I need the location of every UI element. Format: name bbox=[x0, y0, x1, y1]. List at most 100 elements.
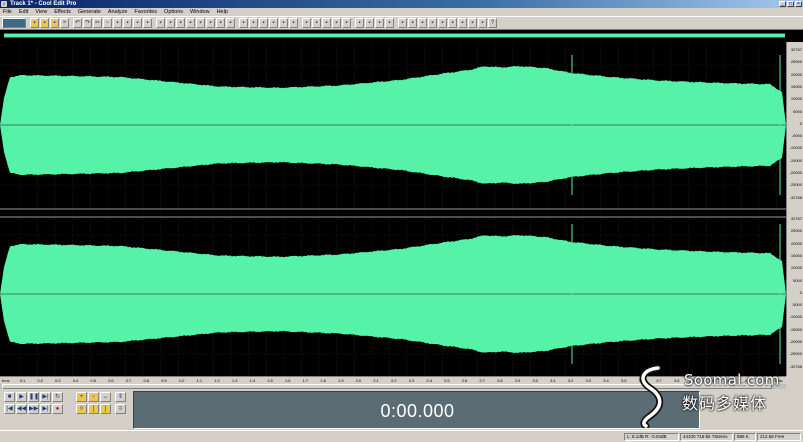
statistics-icon[interactable]: ▪ bbox=[216, 18, 225, 28]
undo-icon[interactable]: ↶ bbox=[73, 18, 82, 28]
spectral-view-icon[interactable]: ▪ bbox=[166, 18, 175, 28]
copy-icon[interactable]: ▫ bbox=[103, 18, 112, 28]
settings-icon[interactable]: ▪ bbox=[226, 18, 235, 28]
new-file-icon[interactable]: ▪ bbox=[30, 18, 39, 28]
zoom-right-icon[interactable]: ] bbox=[100, 404, 111, 414]
zoom-in-vertical-icon[interactable]: ⇕ bbox=[115, 392, 126, 402]
invert-icon[interactable]: ▪ bbox=[279, 18, 288, 28]
amplitude-label: -5000 bbox=[791, 133, 802, 139]
menu-generate[interactable]: Generate bbox=[78, 8, 101, 16]
time-tick-label: hms bbox=[2, 378, 10, 383]
noise-reduction-icon[interactable]: ▪ bbox=[375, 18, 384, 28]
cut-icon[interactable]: ✂ bbox=[93, 18, 102, 28]
maximize-button[interactable]: □ bbox=[787, 1, 794, 7]
zoom-in-horizontal-icon[interactable]: + bbox=[76, 392, 87, 402]
amplitude-label: 25000 bbox=[790, 59, 802, 65]
menu-help[interactable]: Help bbox=[217, 8, 228, 16]
cool-edit-app-icon[interactable]: ♪ bbox=[1, 1, 7, 7]
menu-edit[interactable]: Edit bbox=[19, 8, 28, 16]
time-tick-label: 1:5 bbox=[267, 378, 273, 383]
generate-tones-icon[interactable]: ▪ bbox=[438, 18, 447, 28]
menu-effects[interactable]: Effects bbox=[54, 8, 71, 16]
waveform-overview-bar[interactable] bbox=[0, 30, 803, 42]
delete-icon[interactable]: ▪ bbox=[143, 18, 152, 28]
play-to-end-button[interactable]: ▶| bbox=[40, 392, 51, 402]
cue-list-icon[interactable]: ▪ bbox=[186, 18, 195, 28]
redo-icon[interactable]: ↷ bbox=[83, 18, 92, 28]
delay-icon[interactable]: ▪ bbox=[322, 18, 331, 28]
soomal-watermark: Soomal.com 数码多媒体 bbox=[620, 362, 803, 432]
stop-button[interactable]: ■ bbox=[4, 392, 15, 402]
frequency-analysis-icon[interactable]: ▪ bbox=[206, 18, 215, 28]
paste-icon[interactable]: ▪ bbox=[113, 18, 122, 28]
zoom-to-selection-icon[interactable]: ◊ bbox=[76, 404, 87, 414]
close-button[interactable]: × bbox=[795, 1, 802, 7]
amplitude-label: 20000 bbox=[790, 240, 802, 246]
zoom-out-horizontal-icon[interactable]: − bbox=[88, 392, 99, 402]
time-tick-label: 2:8 bbox=[497, 378, 503, 383]
play-button[interactable]: ▶ bbox=[16, 392, 27, 402]
amplify-icon[interactable]: ▪ bbox=[239, 18, 248, 28]
zoom-left-icon[interactable]: [ bbox=[88, 404, 99, 414]
pitch-bender-icon[interactable]: ▪ bbox=[408, 18, 417, 28]
zoom-full-icon[interactable]: ↔ bbox=[100, 392, 111, 402]
brainwave-icon[interactable]: ▪ bbox=[428, 18, 437, 28]
time-tick-label: 2:0 bbox=[355, 378, 362, 383]
multitrack-toggle-button[interactable] bbox=[2, 18, 26, 28]
time-tick-label: 0:9 bbox=[161, 378, 167, 383]
amplitude-label: 20000 bbox=[790, 71, 802, 77]
trim-icon[interactable]: ▪ bbox=[133, 18, 142, 28]
amplitude-label: -32768 bbox=[789, 194, 802, 200]
normalize-icon[interactable]: ▪ bbox=[259, 18, 268, 28]
envelope-icon[interactable]: ▪ bbox=[249, 18, 258, 28]
zoom-out-vertical-icon[interactable]: ⇳ bbox=[115, 404, 126, 414]
go-to-end-button[interactable]: ▶| bbox=[40, 404, 51, 414]
flanger-icon[interactable]: ▪ bbox=[332, 18, 341, 28]
menu-analyze[interactable]: Analyze bbox=[108, 8, 128, 16]
reverse-icon[interactable]: ▪ bbox=[269, 18, 278, 28]
title-bar: ♪ Track 1* - Cool Edit Pro _ □ × bbox=[0, 0, 803, 8]
waveform-display[interactable] bbox=[0, 42, 786, 376]
menu-view[interactable]: View bbox=[35, 8, 47, 16]
save-file-icon[interactable]: ▪ bbox=[50, 18, 59, 28]
generate-noise-icon[interactable]: ▪ bbox=[448, 18, 457, 28]
menu-options[interactable]: Options bbox=[164, 8, 183, 16]
favorites-icon[interactable]: ▪ bbox=[478, 18, 487, 28]
pause-button[interactable]: ❚❚ bbox=[28, 392, 39, 402]
stretch-icon[interactable]: ▪ bbox=[398, 18, 407, 28]
edit-view-icon[interactable]: ▪ bbox=[156, 18, 165, 28]
silence-icon[interactable]: ▪ bbox=[289, 18, 298, 28]
dtmf-icon[interactable]: ▪ bbox=[458, 18, 467, 28]
graphic-eq-icon[interactable]: ▪ bbox=[355, 18, 364, 28]
time-tick-label: 1:2 bbox=[214, 378, 220, 383]
filter-icon[interactable]: ▪ bbox=[365, 18, 374, 28]
overview-range[interactable] bbox=[4, 34, 785, 37]
record-button[interactable]: ● bbox=[52, 404, 63, 414]
chorus-icon[interactable]: ▪ bbox=[342, 18, 351, 28]
echo-icon[interactable]: ▪ bbox=[302, 18, 311, 28]
menu-favorites[interactable]: Favorites bbox=[134, 8, 157, 16]
reverb-icon[interactable]: ▪ bbox=[312, 18, 321, 28]
click-eliminator-icon[interactable]: ▪ bbox=[385, 18, 394, 28]
time-tick-label: 1:3 bbox=[231, 378, 238, 383]
menu-window[interactable]: Window bbox=[190, 8, 210, 16]
loop-button[interactable]: ↻ bbox=[52, 392, 63, 402]
open-file-icon[interactable]: ▪ bbox=[40, 18, 49, 28]
menu-file[interactable]: File bbox=[3, 8, 12, 16]
close-file-icon[interactable]: × bbox=[60, 18, 69, 28]
rewind-button[interactable]: ◀◀ bbox=[16, 404, 27, 414]
paste-mix-icon[interactable]: ▪ bbox=[123, 18, 132, 28]
amplitude-label: -25000 bbox=[789, 182, 802, 188]
fast-forward-button[interactable]: ▶▶ bbox=[28, 404, 39, 414]
waveform-view-icon[interactable]: ▪ bbox=[176, 18, 185, 28]
go-to-start-button[interactable]: |◀ bbox=[4, 404, 15, 414]
amplitude-ruler: 32767 25000 20000 15000 10000 5000 0 -5000 -1000… bbox=[786, 42, 803, 376]
time-tick-label: 0:2 bbox=[37, 378, 43, 383]
doppler-icon[interactable]: ▪ bbox=[418, 18, 427, 28]
mix-paste-icon[interactable]: ▪ bbox=[468, 18, 477, 28]
amplitude-label: -10000 bbox=[789, 145, 802, 151]
help-icon[interactable]: ? bbox=[488, 18, 497, 28]
minimize-button[interactable]: _ bbox=[779, 1, 786, 7]
time-tick-label: 2:4 bbox=[426, 378, 432, 383]
play-list-icon[interactable]: ▪ bbox=[196, 18, 205, 28]
